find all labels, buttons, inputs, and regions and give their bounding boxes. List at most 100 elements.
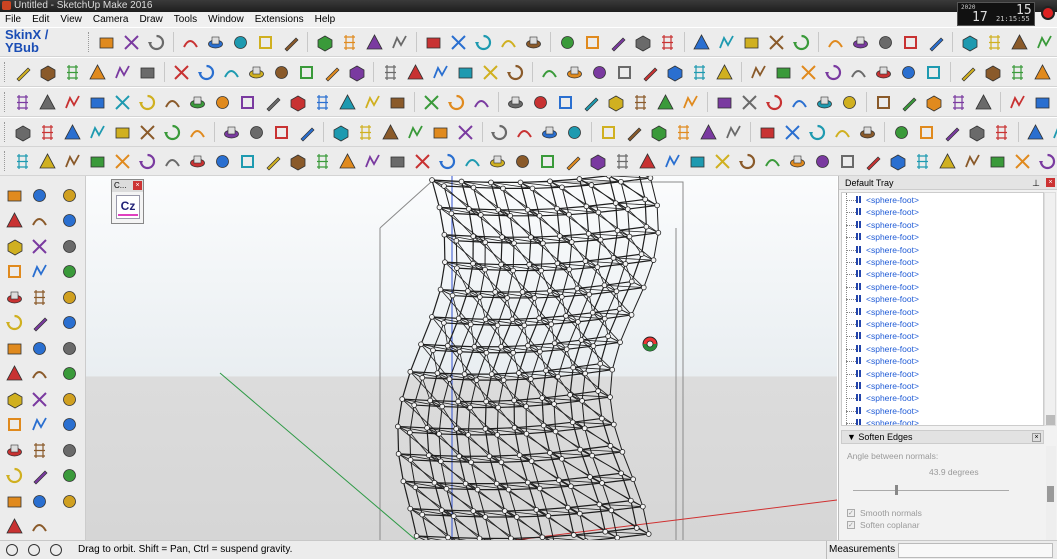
tool-button[interactable] — [712, 151, 733, 172]
outliner-item-sphere-foot[interactable]: <sphere-foot> — [846, 256, 919, 268]
tool-button[interactable] — [312, 92, 333, 113]
menu-file[interactable]: File — [0, 12, 27, 27]
tool-button[interactable] — [862, 151, 883, 172]
tool-button[interactable] — [782, 122, 803, 143]
tool-button[interactable] — [137, 92, 158, 113]
tool-button[interactable] — [1009, 32, 1030, 53]
outliner-item-sphere-foot[interactable]: <sphere-foot> — [846, 268, 919, 280]
menu-tools[interactable]: Tools — [169, 12, 203, 27]
left-tool-button[interactable] — [3, 465, 25, 487]
outliner-item-sphere-foot[interactable]: <sphere-foot> — [846, 343, 919, 355]
tool-button[interactable] — [925, 32, 946, 53]
tool-button[interactable] — [582, 32, 603, 53]
skinx-ybub-label[interactable]: SkinX / YBub — [5, 28, 85, 54]
tool-button[interactable] — [580, 92, 601, 113]
tool-button[interactable] — [389, 32, 410, 53]
outliner-item-sphere-foot[interactable]: <sphere-foot> — [846, 392, 919, 404]
tool-button[interactable] — [446, 92, 467, 113]
tool-button[interactable] — [205, 32, 226, 53]
left-tool-button[interactable] — [3, 414, 25, 436]
tool-button[interactable] — [337, 151, 358, 172]
tool-button[interactable] — [180, 32, 201, 53]
outliner-item-sphere-foot[interactable]: <sphere-foot> — [846, 306, 919, 318]
tool-button[interactable] — [12, 151, 33, 172]
tool-button[interactable] — [62, 62, 83, 83]
left-tool-button[interactable] — [28, 439, 50, 461]
tool-button[interactable] — [850, 32, 871, 53]
tool-button[interactable] — [648, 122, 669, 143]
tool-button[interactable] — [448, 32, 469, 53]
outliner-item-sphere-foot[interactable]: <sphere-foot> — [846, 293, 919, 305]
tool-button[interactable] — [162, 122, 183, 143]
menu-edit[interactable]: Edit — [27, 12, 55, 27]
tool-button[interactable] — [1032, 62, 1053, 83]
smooth-normals-checkbox[interactable]: ✓ — [847, 509, 855, 517]
tool-button[interactable] — [612, 151, 633, 172]
tool-button[interactable] — [823, 62, 844, 83]
tool-button[interactable] — [1007, 62, 1028, 83]
left-tool-button[interactable] — [58, 261, 80, 283]
left-tool-button[interactable] — [58, 465, 80, 487]
tool-button[interactable] — [262, 92, 283, 113]
left-tool-button[interactable] — [28, 414, 50, 436]
outliner-scroll-thumb[interactable] — [1046, 415, 1055, 425]
tool-button[interactable] — [355, 122, 376, 143]
tool-button[interactable] — [564, 122, 585, 143]
tool-button[interactable] — [655, 92, 676, 113]
tool-button[interactable] — [748, 62, 769, 83]
tool-button[interactable] — [1007, 92, 1028, 113]
tray-close-button[interactable]: × — [1046, 178, 1055, 187]
tool-button[interactable] — [12, 92, 33, 113]
tool-button[interactable] — [505, 62, 526, 83]
tool-button[interactable] — [766, 32, 787, 53]
angle-slider-thumb[interactable] — [894, 485, 898, 495]
tool-button[interactable] — [912, 151, 933, 172]
tool-button[interactable] — [112, 151, 133, 172]
tool-button[interactable] — [739, 92, 760, 113]
left-tool-button[interactable] — [58, 286, 80, 308]
tool-button[interactable] — [37, 122, 58, 143]
tool-button[interactable] — [664, 62, 685, 83]
tool-button[interactable] — [562, 151, 583, 172]
tool-button[interactable] — [537, 151, 558, 172]
outliner-item-sphere-foot[interactable]: <sphere-foot> — [846, 405, 919, 417]
outliner-item-sphere-foot[interactable]: <sphere-foot> — [846, 355, 919, 367]
tool-button[interactable] — [557, 32, 578, 53]
soften-edges-close-button[interactable]: × — [1032, 433, 1041, 442]
toolbar-grip[interactable] — [88, 32, 91, 52]
tool-button[interactable] — [757, 122, 778, 143]
outliner-scrollbar[interactable] — [1044, 192, 1056, 426]
left-tool-button[interactable] — [28, 516, 50, 538]
tool-button[interactable] — [12, 62, 33, 83]
tool-button[interactable] — [171, 62, 192, 83]
left-tool-button[interactable] — [28, 388, 50, 410]
left-tool-button[interactable] — [58, 312, 80, 334]
tool-button[interactable] — [539, 122, 560, 143]
tool-button[interactable] — [837, 151, 858, 172]
tool-button[interactable] — [246, 122, 267, 143]
tool-button[interactable] — [162, 92, 183, 113]
tool-button[interactable] — [380, 122, 401, 143]
tool-button[interactable] — [657, 32, 678, 53]
tool-button[interactable] — [221, 122, 242, 143]
tool-button[interactable] — [825, 32, 846, 53]
tool-button[interactable] — [691, 32, 712, 53]
tool-button[interactable] — [973, 92, 994, 113]
menu-view[interactable]: View — [55, 12, 88, 27]
tool-button[interactable] — [530, 92, 551, 113]
tool-button[interactable] — [362, 151, 383, 172]
tool-button[interactable] — [137, 62, 158, 83]
tool-button[interactable] — [473, 32, 494, 53]
left-tool-button[interactable] — [28, 210, 50, 232]
tool-button[interactable] — [405, 122, 426, 143]
tool-button[interactable] — [62, 122, 83, 143]
tool-button[interactable] — [196, 62, 217, 83]
tool-button[interactable] — [923, 92, 944, 113]
tool-button[interactable] — [898, 62, 919, 83]
tool-button[interactable] — [296, 122, 317, 143]
tool-button[interactable] — [891, 122, 912, 143]
tool-button[interactable] — [364, 32, 385, 53]
tray-scroll-thumb[interactable] — [1047, 486, 1054, 502]
tool-button[interactable] — [1012, 151, 1033, 172]
tool-button[interactable] — [630, 92, 651, 113]
